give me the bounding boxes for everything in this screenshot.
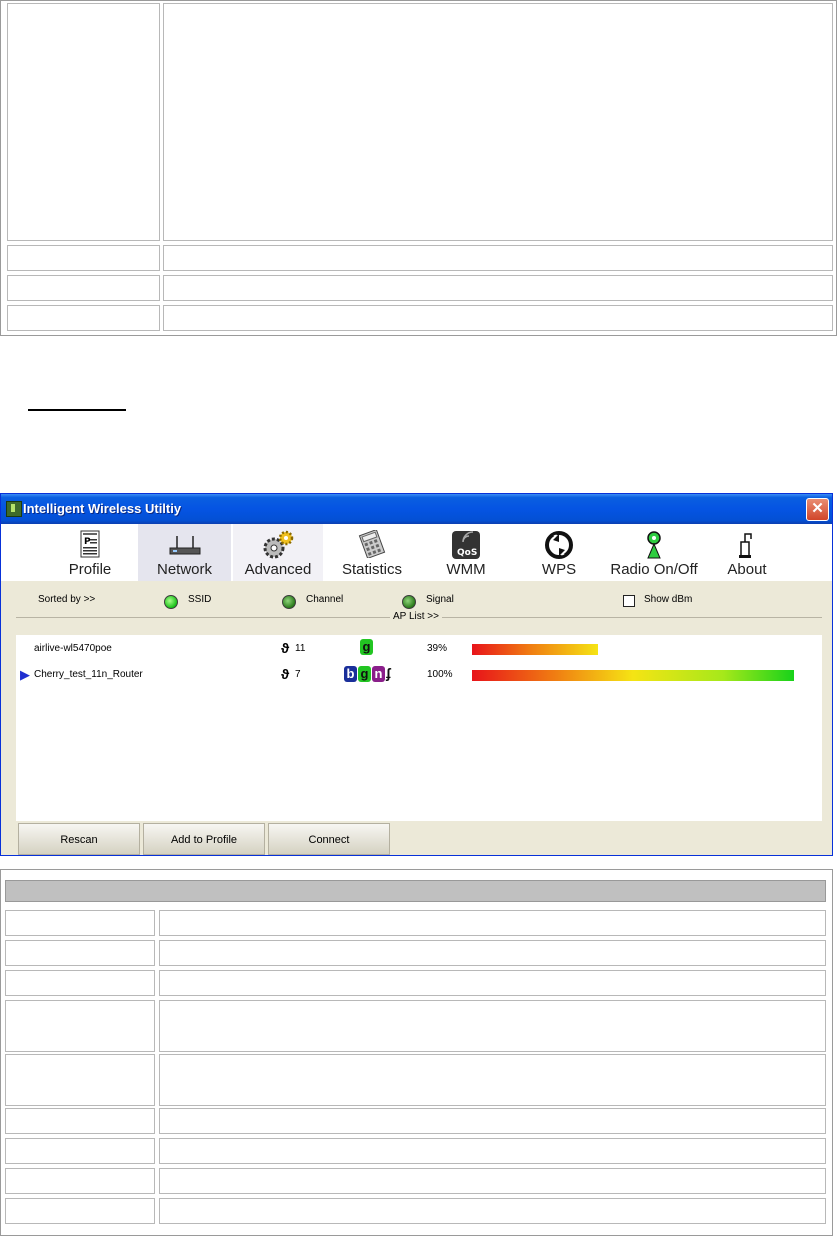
ap-signal-text: 100% xyxy=(427,669,453,680)
show-dbm-checkbox[interactable] xyxy=(623,595,635,607)
tab-label: Profile xyxy=(68,561,112,578)
network-icon xyxy=(169,536,200,555)
tab-advanced[interactable]: Advanced xyxy=(233,524,323,581)
ap-ssid: airlive-wl5470poe xyxy=(34,643,112,654)
qos-icon: QoS xyxy=(452,531,480,559)
toolbar: P Profile Network Advanced Statistics Qo… xyxy=(1,524,832,581)
doc-cell xyxy=(5,1054,155,1106)
connect-button[interactable]: Connect xyxy=(268,823,390,855)
tab-label: Radio On/Off xyxy=(610,561,698,578)
doc-cell xyxy=(159,1000,826,1052)
tab-label: About xyxy=(727,561,767,578)
doc-cell xyxy=(163,305,833,331)
ap-list-header: AP List >> xyxy=(390,611,442,622)
sort-signal-label: Signal xyxy=(426,594,454,605)
tab-wps[interactable]: WPS xyxy=(525,524,593,581)
tab-statistics[interactable]: Statistics xyxy=(330,524,414,581)
doc-cell xyxy=(5,1138,155,1164)
mode-b-icon: b xyxy=(344,666,357,682)
tab-profile[interactable]: P Profile xyxy=(49,524,131,581)
doc-cell xyxy=(159,1138,826,1164)
title-bar[interactable]: Intelligent Wireless Utiltiy ✕ xyxy=(1,494,832,524)
doc-table-top xyxy=(0,0,837,336)
sort-channel-radio[interactable] xyxy=(282,595,296,609)
svg-text:P: P xyxy=(84,537,91,547)
tab-label: WPS xyxy=(541,561,577,578)
ap-modes: g xyxy=(360,639,374,655)
tab-label: Network xyxy=(156,561,212,578)
tab-label: Statistics xyxy=(341,561,402,578)
doc-cell xyxy=(5,1108,155,1134)
tab-label: Advanced xyxy=(244,561,312,578)
app-icon xyxy=(6,501,22,517)
doc-cell xyxy=(5,1168,155,1194)
sort-ssid-label: SSID xyxy=(188,594,212,605)
network-panel: Sorted by >> SSID Channel Signal Show dB… xyxy=(1,581,832,855)
sort-ssid-radio[interactable] xyxy=(164,595,178,609)
doc-cell xyxy=(159,1054,826,1106)
doc-cell xyxy=(159,910,826,936)
ap-channel: 11 xyxy=(295,643,306,654)
wps-small-icon: ʄ xyxy=(386,665,391,681)
doc-cell xyxy=(5,1000,155,1052)
tab-label: WMM xyxy=(446,561,486,578)
ap-list[interactable]: airlive-wl5470poe ϑ 11 g 39% ▶ Cherry_te… xyxy=(16,635,822,821)
doc-cell xyxy=(5,910,155,936)
add-to-profile-button[interactable]: Add to Profile xyxy=(143,823,265,855)
doc-cell xyxy=(7,275,160,301)
doc-cell xyxy=(5,940,155,966)
ap-modes: bgnʄ xyxy=(344,665,391,682)
doc-cell xyxy=(5,970,155,996)
tab-network[interactable]: Network xyxy=(138,524,231,581)
doc-cell xyxy=(163,245,833,271)
doc-cell xyxy=(159,1108,826,1134)
signal-bar xyxy=(472,644,598,655)
doc-cell xyxy=(163,3,833,241)
ap-channel: 7 xyxy=(295,669,301,680)
about-icon xyxy=(739,533,752,558)
ap-row[interactable]: ▶ Cherry_test_11n_Router ϑ 7 bgnʄ 100% xyxy=(16,665,822,685)
heading-underline xyxy=(28,409,126,411)
ap-ssid: Cherry_test_11n_Router xyxy=(34,669,143,680)
tab-about[interactable]: About xyxy=(718,524,776,581)
wps-icon xyxy=(545,531,573,559)
mode-g-icon: g xyxy=(358,666,371,682)
mode-n-icon: n xyxy=(372,666,385,682)
sort-channel-label: Channel xyxy=(306,594,344,605)
gear-icon xyxy=(263,530,294,559)
sort-label: Sorted by >> xyxy=(38,594,96,605)
svg-text:QoS: QoS xyxy=(457,548,477,558)
tab-wmm[interactable]: QoS WMM xyxy=(426,524,506,581)
selected-arrow-icon: ▶ xyxy=(20,667,30,682)
ap-row[interactable]: airlive-wl5470poe ϑ 11 g 39% xyxy=(16,639,822,659)
doc-cell xyxy=(159,970,826,996)
show-dbm-label: Show dBm xyxy=(644,594,693,605)
doc-cell xyxy=(7,245,160,271)
signal-bar xyxy=(472,670,794,681)
window-title: Intelligent Wireless Utiltiy xyxy=(23,501,182,516)
utility-window: Intelligent Wireless Utiltiy ✕ P Profile… xyxy=(0,493,833,856)
doc-cell xyxy=(163,275,833,301)
doc-cell xyxy=(159,1168,826,1194)
sort-signal-radio[interactable] xyxy=(402,595,416,609)
rescan-button[interactable]: Rescan xyxy=(18,823,140,855)
doc-cell xyxy=(7,3,160,241)
ap-signal-text: 39% xyxy=(427,643,448,654)
mode-g-icon: g xyxy=(360,639,373,655)
table-header-row xyxy=(5,880,826,902)
doc-table-bottom xyxy=(0,869,833,1236)
tab-radio-on-off[interactable]: Radio On/Off xyxy=(602,524,706,581)
doc-cell xyxy=(159,1198,826,1224)
channel-icon: ϑ xyxy=(281,666,290,682)
doc-cell xyxy=(5,1198,155,1224)
channel-icon: ϑ xyxy=(281,640,290,656)
doc-cell xyxy=(7,305,160,331)
doc-cell xyxy=(159,940,826,966)
calculator-icon xyxy=(358,530,386,558)
profile-icon: P xyxy=(80,530,100,558)
close-button[interactable]: ✕ xyxy=(806,498,829,521)
radio-antenna-icon xyxy=(647,531,661,559)
